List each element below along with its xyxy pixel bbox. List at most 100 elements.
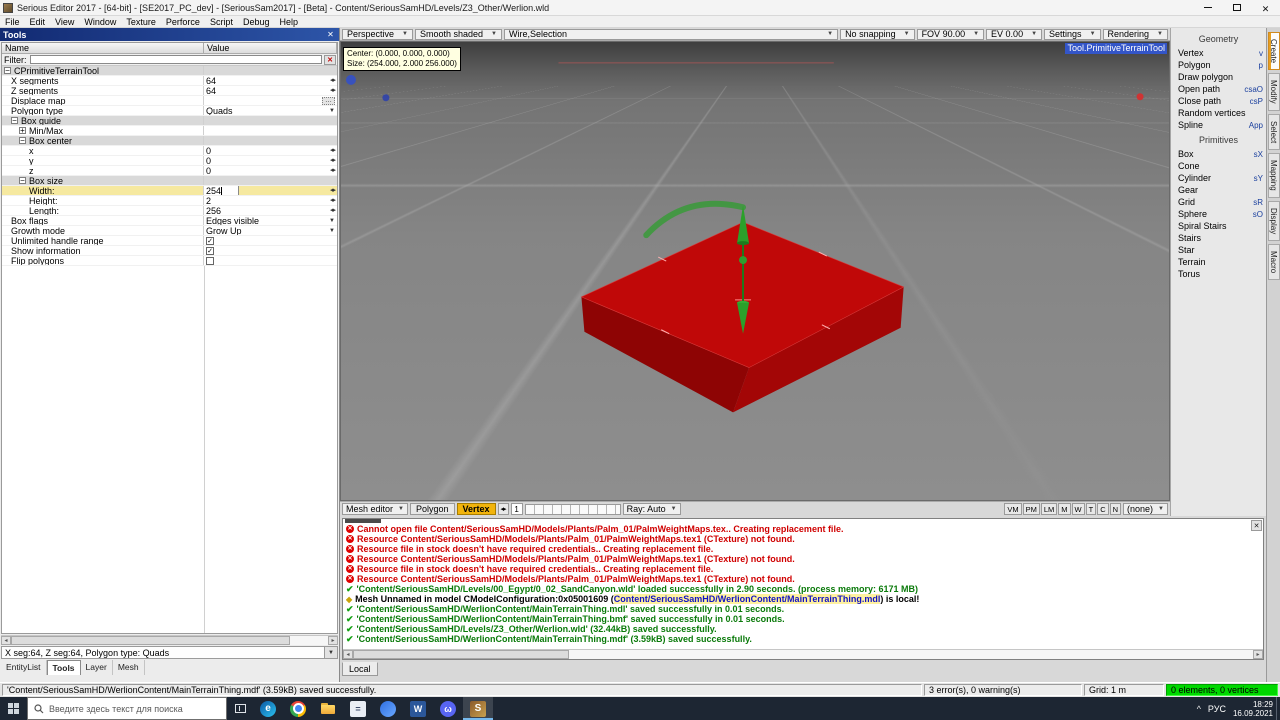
property-row[interactable]: Height: 2 [2, 196, 337, 206]
value-control-icon[interactable] [329, 216, 335, 225]
panel-tab[interactable]: Mesh [113, 660, 145, 675]
property-row[interactable]: Box flags Edges visible [2, 216, 337, 226]
side-tab[interactable]: Modify [1267, 73, 1280, 111]
language-indicator[interactable]: РУС [1208, 704, 1226, 714]
property-value[interactable]: 254 [204, 186, 238, 195]
primitive-tool-item[interactable]: Gear [1171, 184, 1266, 196]
primitive-tool-item[interactable]: Sphere sO [1171, 208, 1266, 220]
geometry-tool-item[interactable]: Polygon p [1171, 59, 1266, 71]
side-tab[interactable]: Select [1267, 113, 1280, 150]
menu-item[interactable]: Edit [25, 16, 51, 28]
property-row[interactable]: X segments 64 [2, 76, 337, 86]
expand-toggle-icon[interactable] [19, 177, 26, 184]
menu-item[interactable]: Script [205, 16, 238, 28]
checkbox[interactable] [206, 236, 214, 245]
primitive-tool-item[interactable]: Cone [1171, 160, 1266, 172]
value-control-icon[interactable] [330, 146, 335, 155]
log-close-button[interactable] [1251, 520, 1262, 531]
tray-chevron-up-icon[interactable] [1197, 704, 1201, 714]
task-view-button[interactable] [227, 697, 253, 720]
menu-item[interactable]: View [50, 16, 79, 28]
menu-item[interactable]: Window [79, 16, 121, 28]
menu-item[interactable]: Perforce [161, 16, 205, 28]
property-value[interactable]: 64 [204, 86, 218, 95]
viewport-toolbar-dropdown[interactable]: EV 0.00 [986, 28, 1043, 40]
property-row[interactable]: Box center [2, 136, 337, 146]
property-row[interactable]: Length: 256 [2, 206, 337, 216]
viewport-toolbar-dropdown[interactable]: Perspective [342, 28, 413, 40]
geometry-tool-item[interactable]: Open path csaO [1171, 83, 1266, 95]
viewport-toggle-button[interactable]: N [1109, 503, 1122, 515]
expand-toggle-icon[interactable] [4, 67, 11, 74]
property-value[interactable]: Edges visible [204, 216, 261, 225]
clock[interactable]: 18:29 16.09.2021 [1233, 700, 1273, 718]
viewport-toolbar-dropdown[interactable]: No snapping [840, 28, 915, 40]
tools-panel-close-button[interactable] [325, 30, 336, 40]
property-value[interactable]: Grow Up [204, 226, 244, 235]
property-value[interactable]: 0 [204, 166, 213, 175]
column-header-value[interactable]: Value [204, 43, 337, 54]
menu-item[interactable]: Debug [238, 16, 275, 28]
property-row[interactable]: y 0 [2, 156, 337, 166]
viewport-toolbar-dropdown[interactable]: FOV 90.00 [916, 28, 985, 40]
status-errors[interactable]: 3 error(s), 0 warning(s) [924, 684, 1082, 696]
scroll-right-icon[interactable] [328, 636, 338, 645]
scroll-left-icon[interactable] [343, 650, 353, 659]
serious-editor-icon[interactable]: S [463, 697, 493, 720]
property-row[interactable]: Unlimited handle range [2, 236, 337, 246]
value-control-icon[interactable] [330, 166, 335, 175]
menu-item[interactable]: File [0, 16, 25, 28]
primitive-tool-item[interactable]: Torus [1171, 268, 1266, 280]
start-button[interactable] [0, 697, 27, 720]
property-row[interactable]: Flip polygons [2, 256, 337, 266]
log-grip[interactable] [345, 519, 381, 523]
viewport-toolbar-dropdown[interactable]: Settings [1044, 28, 1101, 40]
blue-app-icon[interactable] [373, 697, 403, 720]
viewport-toggle-button[interactable]: W [1071, 503, 1085, 515]
value-control-icon[interactable] [329, 106, 335, 115]
edge-icon[interactable]: e [253, 697, 283, 720]
vertex-mode-button[interactable]: Vertex [456, 503, 496, 515]
tool-summary-combo[interactable]: X seg:64, Z seg:64, Polygon type: Quads [1, 646, 338, 659]
side-tab[interactable]: Mapping [1267, 152, 1280, 198]
log-file-link[interactable]: Content/SeriousSamHD/WerlionContent/Main… [613, 594, 881, 604]
geometry-tool-item[interactable]: Draw polygon [1171, 71, 1266, 83]
panel-tab[interactable]: Tools [46, 660, 81, 675]
discord-icon[interactable]: ω [433, 697, 463, 720]
log-lines[interactable]: Cannot open file Content/SeriousSamHD/Mo… [343, 519, 1263, 649]
scroll-right-icon[interactable] [1253, 650, 1263, 659]
side-tab[interactable]: Create [1267, 32, 1280, 71]
checkbox[interactable] [206, 256, 214, 265]
primitive-tool-item[interactable]: Cylinder sY [1171, 172, 1266, 184]
terrain-box-3d[interactable] [341, 42, 1169, 500]
primitive-tool-item[interactable]: Terrain [1171, 256, 1266, 268]
geometry-tool-item[interactable]: Random vertices [1171, 107, 1266, 119]
side-tab[interactable]: Macro [1267, 243, 1280, 280]
primitive-tool-item[interactable]: Box sX [1171, 148, 1266, 160]
chevron-down-icon[interactable] [324, 647, 337, 658]
property-value[interactable]: 256 [204, 206, 223, 215]
maximize-button[interactable] [1222, 0, 1251, 16]
expand-toggle-icon[interactable] [11, 117, 18, 124]
value-control-icon[interactable] [330, 86, 335, 95]
property-value[interactable]: 0 [204, 146, 213, 155]
geometry-tool-item[interactable]: Vertex v [1171, 47, 1266, 59]
property-row[interactable]: Displace map [2, 96, 337, 106]
value-control-icon[interactable] [330, 206, 335, 215]
value-control-icon[interactable] [329, 226, 335, 235]
menu-item[interactable]: Help [274, 16, 303, 28]
side-tab[interactable]: Display [1267, 200, 1280, 241]
viewport-toggle-button[interactable]: PM [1022, 503, 1040, 515]
scroll-thumb[interactable] [353, 650, 569, 659]
primitive-tool-item[interactable]: Star [1171, 244, 1266, 256]
taskbar-search-input[interactable]: Введите здесь текст для поиска [27, 697, 227, 720]
viewport-toolbar-dropdown[interactable]: Smooth shaded [414, 28, 502, 40]
viewport-toggle-button[interactable]: LM [1040, 503, 1058, 515]
filter-clear-button[interactable] [324, 54, 336, 65]
viewport-3d[interactable]: Center: (0.000, 0.000, 0.000) Size: (254… [340, 41, 1170, 501]
tools-horizontal-scrollbar[interactable] [1, 635, 338, 645]
geometry-tool-item[interactable]: Spline App [1171, 119, 1266, 131]
panel-tab[interactable]: EntityList [1, 660, 47, 675]
viewport-toggle-button[interactable]: T [1085, 503, 1097, 515]
log-tab-local[interactable]: Local [342, 662, 378, 676]
